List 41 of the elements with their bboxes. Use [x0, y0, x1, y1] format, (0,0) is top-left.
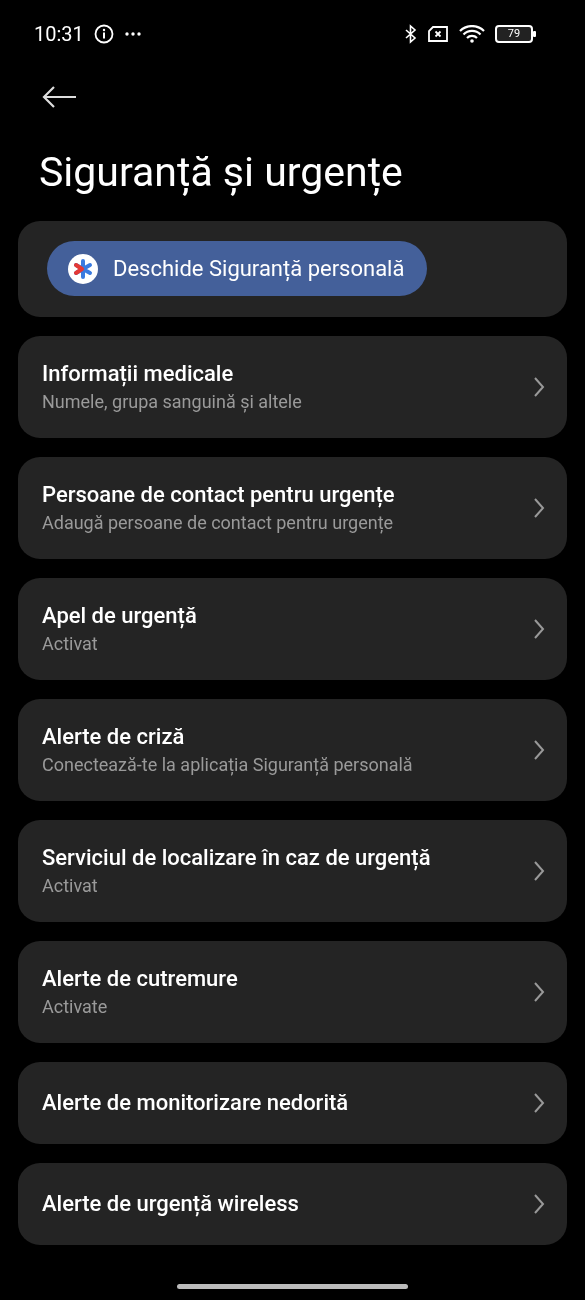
item-subtitle: Activate	[42, 995, 109, 1019]
bluetooth-icon	[405, 24, 417, 44]
item-subtitle: Adaugă persoane de contact pentru urgențe	[42, 511, 395, 536]
item-title: Serviciul de localizare în caz de urgență	[42, 844, 432, 873]
sim-icon	[427, 26, 449, 42]
item-title: Alerte de criză	[42, 723, 186, 751]
chevron-right-icon	[533, 376, 545, 398]
settings-item[interactable]: Alerte de cutremure Activate	[18, 941, 567, 1043]
chevron-right-icon	[533, 981, 545, 1003]
settings-item[interactable]: Informații medicale Numele, grupa sanguină și altele	[18, 336, 567, 438]
item-title: Alerte de monitorizare nedorită	[42, 1089, 350, 1117]
page-title: Siguranță și urgențe	[39, 147, 404, 197]
info-icon	[93, 24, 114, 44]
item-title: Alerte de cutremure	[42, 965, 239, 993]
settings-item[interactable]: Alerte de criză Conectează-te la aplicația Siguranță personală	[18, 699, 567, 801]
chevron-right-icon	[533, 1193, 545, 1215]
item-subtitle: Numele, grupa sanguină și altele	[42, 390, 303, 415]
wifi-icon	[459, 25, 485, 43]
more-icon	[123, 31, 142, 37]
settings-item[interactable]: Alerte de urgență wireless	[18, 1163, 567, 1245]
settings-item[interactable]: Persoane de contact pentru urgențe Adaugă persoane de contact pentru urgențe	[18, 457, 567, 559]
back-arrow-icon[interactable]	[42, 85, 78, 109]
item-subtitle: Conectează-te la aplicația Siguranță personală	[42, 753, 414, 778]
item-title: Informații medicale	[42, 360, 235, 389]
battery-icon: 79	[495, 25, 533, 43]
item-subtitle: Activat	[42, 874, 99, 898]
settings-item[interactable]: Alerte de monitorizare nedorită	[18, 1062, 567, 1144]
item-subtitle: Activat	[42, 632, 99, 656]
chevron-right-icon	[533, 618, 545, 640]
settings-item[interactable]: Apel de urgență Activat	[18, 578, 567, 680]
open-personal-safety-button[interactable]: Deschide Siguranță personală	[47, 241, 428, 296]
item-title: Apel de urgență	[42, 602, 198, 631]
chevron-right-icon	[533, 860, 545, 882]
chevron-right-icon	[533, 1092, 545, 1114]
chevron-right-icon	[533, 739, 545, 761]
status-time: 10:31	[34, 22, 84, 46]
safety-app-icon	[68, 253, 98, 284]
settings-item[interactable]: Serviciul de localizare în caz de urgență Activat	[18, 820, 567, 922]
item-title: Alerte de urgență wireless	[42, 1190, 300, 1219]
chevron-right-icon	[533, 497, 545, 519]
item-title: Persoane de contact pentru urgențe	[42, 481, 396, 510]
